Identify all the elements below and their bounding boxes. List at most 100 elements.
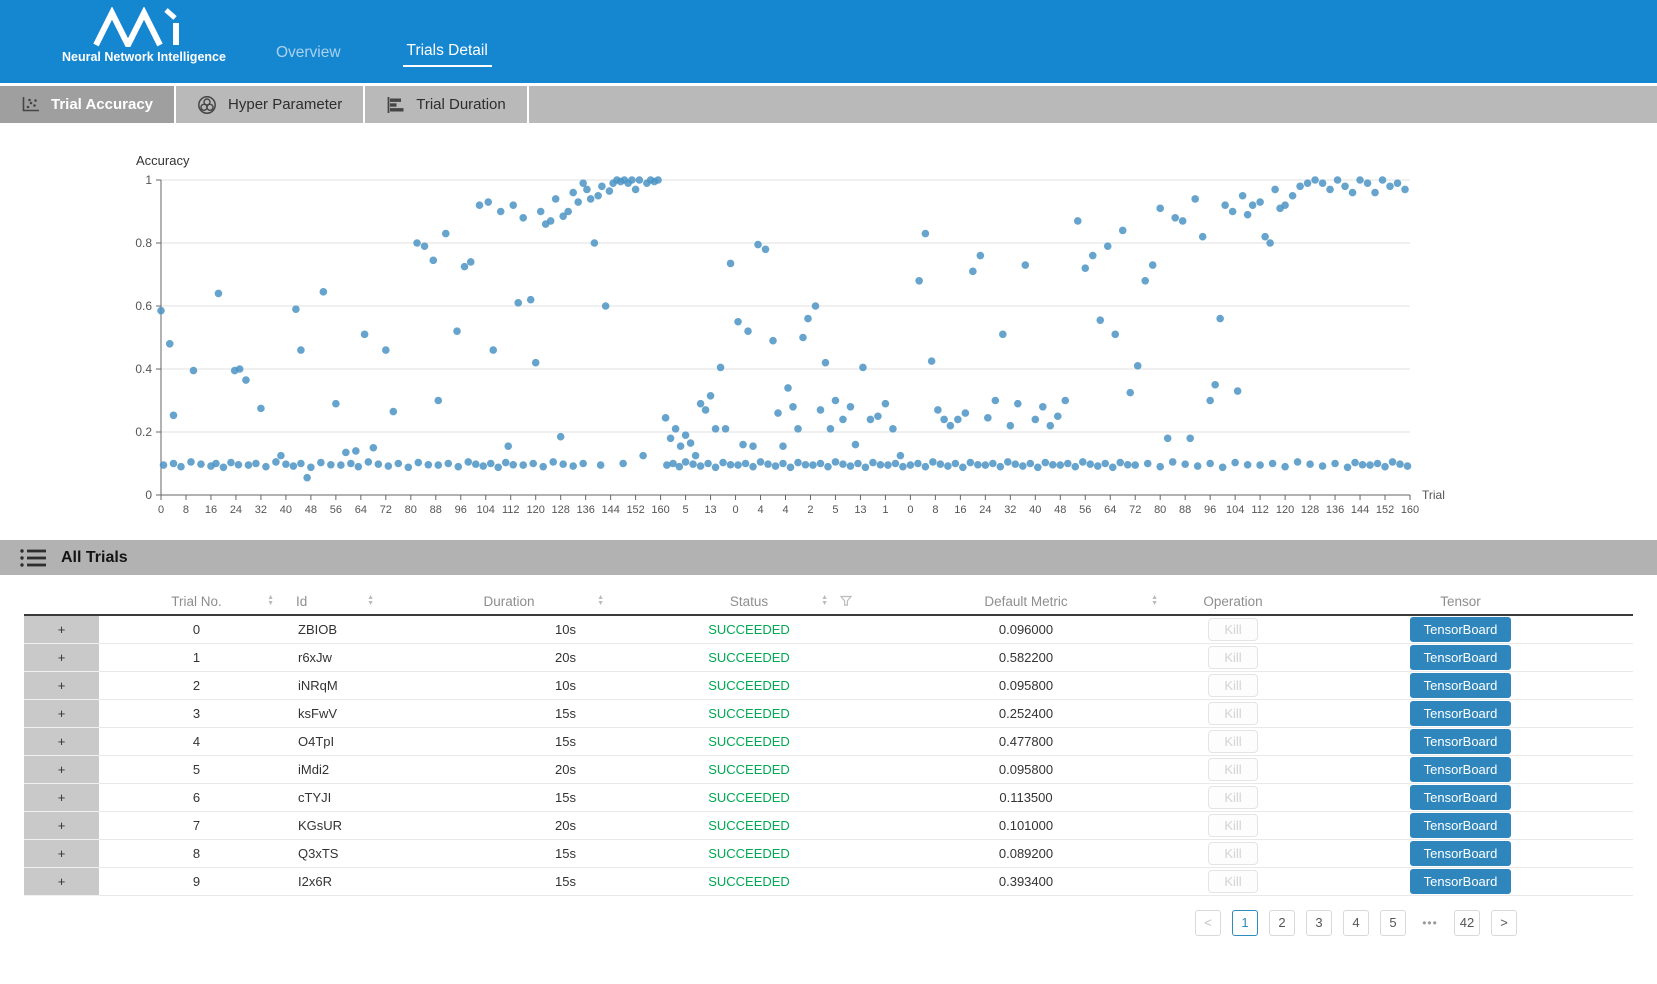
sort-icon[interactable]: ▲▼: [367, 595, 374, 607]
scatter-point: [1244, 211, 1252, 219]
scatter-point: [817, 406, 825, 414]
scatter-point: [1169, 458, 1177, 466]
scatter-point: [1144, 460, 1152, 468]
x-tick-label: 32: [255, 504, 267, 516]
col-header-default-metric[interactable]: Default Metric ▲▼: [874, 588, 1178, 615]
expand-button[interactable]: +: [24, 840, 99, 868]
kill-button[interactable]: Kill: [1208, 674, 1257, 697]
next-page-button[interactable]: >: [1491, 910, 1517, 936]
x-tick-label: 64: [355, 504, 367, 516]
scatter-point: [832, 397, 840, 405]
tab-trial-accuracy[interactable]: Trial Accuracy: [0, 86, 174, 123]
col-header-trial-no[interactable]: Trial No. ▲▼: [99, 588, 294, 615]
tensorboard-button[interactable]: TensorBoard: [1410, 645, 1512, 670]
page-button-3[interactable]: 3: [1306, 910, 1332, 936]
page-button-5[interactable]: 5: [1380, 910, 1406, 936]
x-tick-label: 16: [954, 504, 966, 516]
x-tick-label: 136: [576, 504, 594, 516]
expand-button[interactable]: +: [24, 784, 99, 812]
kill-button[interactable]: Kill: [1208, 842, 1257, 865]
scatter-point: [1379, 176, 1387, 184]
nav-tab-trials-detail[interactable]: Trials Detail: [403, 42, 492, 67]
tensorboard-button[interactable]: TensorBoard: [1410, 757, 1512, 782]
scatter-point: [1109, 463, 1117, 471]
page-button-4[interactable]: 4: [1343, 910, 1369, 936]
kill-button[interactable]: Kill: [1208, 786, 1257, 809]
filter-icon[interactable]: [840, 596, 852, 607]
sort-icon[interactable]: ▲▼: [597, 595, 604, 607]
prev-page-button[interactable]: <: [1195, 910, 1221, 936]
trial-row: +8Q3xTS15sSUCCEEDED0.089200KillTensorBoa…: [24, 840, 1633, 868]
col-header-duration[interactable]: Duration ▲▼: [394, 588, 624, 615]
expand-button[interactable]: +: [24, 615, 99, 644]
scatter-point: [297, 346, 305, 354]
expand-button[interactable]: +: [24, 868, 99, 896]
scatter-point: [1039, 403, 1047, 411]
tensorboard-button[interactable]: TensorBoard: [1410, 841, 1512, 866]
page-button-2[interactable]: 2: [1269, 910, 1295, 936]
scatter-point: [719, 459, 727, 467]
expand-button[interactable]: +: [24, 700, 99, 728]
scatter-point: [892, 460, 900, 468]
kill-button[interactable]: Kill: [1208, 758, 1257, 781]
status-cell: SUCCEEDED: [624, 672, 874, 700]
col-header-id[interactable]: Id ▲▼: [294, 588, 394, 615]
scatter-point: [1256, 461, 1264, 469]
expand-button[interactable]: +: [24, 728, 99, 756]
accuracy-chart-panel: Accuracy10.80.60.40.20081624324048566472…: [0, 123, 1657, 538]
scatter-point: [220, 463, 228, 471]
page-button-1[interactable]: 1: [1232, 910, 1258, 936]
expand-button[interactable]: +: [24, 644, 99, 672]
scatter-point: [1071, 463, 1079, 471]
expand-button[interactable]: +: [24, 756, 99, 784]
scatter-point: [602, 302, 610, 310]
page-button-42[interactable]: 42: [1454, 910, 1480, 936]
kill-button[interactable]: Kill: [1208, 730, 1257, 753]
scatter-point: [989, 460, 997, 468]
x-tick-label: 128: [552, 504, 570, 516]
scatter-point: [212, 460, 220, 468]
trial-no-cell: 6: [99, 784, 294, 812]
scatter-point: [854, 460, 862, 468]
nav-tab-overview[interactable]: Overview: [272, 44, 345, 67]
kill-button[interactable]: Kill: [1208, 646, 1257, 669]
tensorboard-button[interactable]: TensorBoard: [1410, 729, 1512, 754]
tensorboard-button[interactable]: TensorBoard: [1410, 869, 1512, 894]
tensorboard-button[interactable]: TensorBoard: [1410, 617, 1512, 642]
tab-hyper-parameter[interactable]: Hyper Parameter: [176, 86, 363, 123]
scatter-point: [467, 258, 475, 266]
x-tick-label: 2: [807, 504, 813, 516]
kill-button[interactable]: Kill: [1208, 618, 1257, 641]
scatter-point: [672, 425, 680, 433]
tab-trial-duration[interactable]: Trial Duration: [365, 86, 526, 123]
tensorboard-button[interactable]: TensorBoard: [1410, 785, 1512, 810]
scatter-point: [454, 463, 462, 471]
col-header-status[interactable]: Status ▲▼: [624, 588, 874, 615]
expand-button[interactable]: +: [24, 812, 99, 840]
scatter-point: [361, 331, 369, 339]
scatter-point: [832, 458, 840, 466]
x-tick-label: 104: [1226, 504, 1244, 516]
trial-id-cell: ZBIOB: [294, 615, 394, 644]
expand-button[interactable]: +: [24, 672, 99, 700]
scatter-point: [1261, 233, 1269, 241]
sort-icon[interactable]: ▲▼: [821, 595, 828, 607]
sort-icon[interactable]: ▲▼: [1151, 595, 1158, 607]
tensorboard-button[interactable]: TensorBoard: [1410, 673, 1512, 698]
tensorboard-button[interactable]: TensorBoard: [1410, 813, 1512, 838]
trial-row: +0ZBIOB10sSUCCEEDED0.096000KillTensorBoa…: [24, 615, 1633, 644]
scatter-point: [794, 459, 802, 467]
kill-button[interactable]: Kill: [1208, 814, 1257, 837]
kill-button[interactable]: Kill: [1208, 702, 1257, 725]
trial-no-cell: 7: [99, 812, 294, 840]
scatter-point: [1256, 198, 1264, 206]
tensorboard-button[interactable]: TensorBoard: [1410, 701, 1512, 726]
scatter-point: [519, 461, 527, 469]
operation-cell: Kill: [1178, 812, 1288, 840]
scatter-point: [461, 263, 469, 271]
scatter-point: [1206, 397, 1214, 405]
kill-button[interactable]: Kill: [1208, 870, 1257, 893]
y-tick-label: 0.8: [135, 236, 152, 250]
sort-icon[interactable]: ▲▼: [267, 595, 274, 607]
pagination-ellipsis: •••: [1417, 910, 1443, 936]
